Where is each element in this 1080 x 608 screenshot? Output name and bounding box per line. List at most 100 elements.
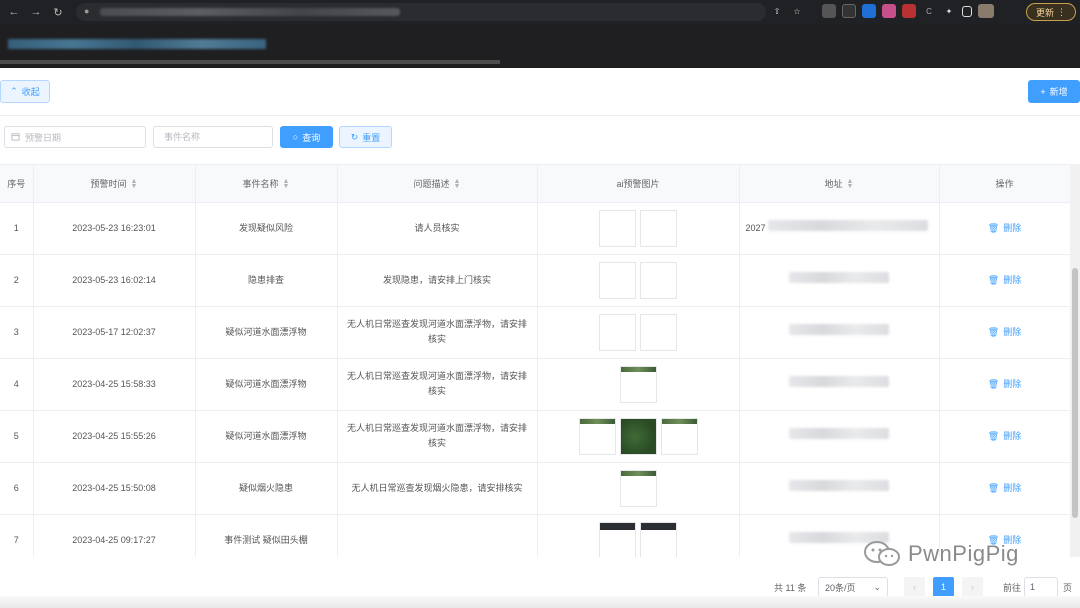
extension-b-icon[interactable] [842,4,856,18]
cell-time: 2023-05-23 16:02:14 [33,254,196,307]
forward-icon[interactable]: → [28,4,44,20]
event-table: 序号 预警时间 ▲ ▼ 事件名称 ▲ ▼ 问题描述 ▲ ▼ ai预警图片 地址 ▲ ▼ 操作 1… [0,164,1080,557]
sort-icon[interactable]: ▲ ▼ [847,178,854,190]
cell-index: 7 [0,514,34,557]
more-icon: ⋮ [1057,6,1066,17]
cell-address [739,358,940,411]
back-icon[interactable]: ← [6,4,22,20]
cell-name: 发现疑似风险 [195,202,338,255]
reload-icon[interactable]: ↻ [50,4,66,20]
alert-image-thumb[interactable] [619,469,657,507]
table-row: 1 2023-05-23 16:23:01 发现疑似风险 请人员核实 2027 … [0,202,1071,255]
delete-button[interactable]: 🗑 删除 [988,481,1021,496]
alert-image-thumb[interactable] [640,313,677,351]
prev-page-button[interactable]: ‹ [904,577,925,597]
update-label: 更新 [1035,7,1054,18]
col-desc[interactable]: 问题描述 ▲ ▼ [337,165,538,203]
delete-button[interactable]: 🗑 删除 [988,273,1021,288]
cell-desc [337,514,538,557]
cell-address [739,254,940,307]
goto-page-input[interactable] [1024,577,1058,597]
delete-button[interactable]: 🗑 删除 [988,429,1021,444]
cell-images [537,202,740,255]
star-icon[interactable]: ☆ [790,4,804,18]
add-button[interactable]: + 新增 [1028,80,1080,103]
cell-name: 疑似河道水面漂浮物 [195,410,338,463]
col-images: ai预警图片 [537,165,740,203]
calendar-icon [11,132,20,143]
col-name[interactable]: 事件名称 ▲ ▼ [195,165,338,203]
cell-address [739,462,940,515]
query-button[interactable]: ○ 查询 [280,126,333,148]
cell-index: 2 [0,254,34,307]
delete-button[interactable]: 🗑 删除 [988,377,1021,392]
alert-image-thumb[interactable] [619,417,657,455]
event-name-input[interactable] [153,126,273,148]
bookmarks-divider [0,60,500,64]
extension-f-icon[interactable]: C [922,4,936,18]
alert-image-thumb[interactable] [599,313,636,351]
update-button[interactable]: 更新 ⋮ [1026,3,1076,21]
next-page-button[interactable]: › [962,577,983,597]
delete-button[interactable]: 🗑 删除 [988,325,1021,340]
table-scrollbar-thumb[interactable] [1072,268,1078,518]
cell-images [537,358,740,411]
page-size-select[interactable]: 20条/页 ⌄ [818,577,888,597]
extension-e-icon[interactable] [902,4,916,18]
cell-desc: 发现隐患，请安排上门核实 [337,254,538,307]
bookmarks-redacted [8,39,266,49]
trash-icon: 🗑 [987,430,1000,441]
cell-actions: 🗑 删除 [939,306,1071,359]
extension-d-icon[interactable] [882,4,896,18]
alert-image-thumb[interactable] [599,521,636,557]
cell-time: 2023-05-23 16:23:01 [33,202,196,255]
extension-tray: ⇧ ☆ C ✦ [770,4,994,18]
chevron-down-icon: ⌄ [873,581,881,592]
sort-icon[interactable]: ▲ ▼ [454,178,461,190]
cell-address [739,410,940,463]
col-time[interactable]: 预警时间 ▲ ▼ [33,165,196,203]
sort-icon[interactable]: ▲ ▼ [131,178,138,190]
share-icon[interactable]: ⇧ [770,4,784,18]
sidebar-icon[interactable] [962,5,972,17]
reset-label: 重置 [362,132,381,143]
avatar[interactable] [978,4,994,18]
alert-image-thumb[interactable] [640,209,677,247]
chevron-right-icon: › [971,582,974,592]
delete-button[interactable]: 🗑 删除 [988,221,1021,236]
collapse-button[interactable]: ⌃ 收起 [0,80,50,103]
cell-name: 疑似河道水面漂浮物 [195,306,338,359]
alert-image-thumb[interactable] [660,417,698,455]
alert-image-thumb[interactable] [619,365,657,403]
trash-icon: 🗑 [987,274,1000,285]
address-redacted [789,272,889,283]
sort-icon[interactable]: ▲ ▼ [283,178,290,190]
address-redacted [789,324,889,335]
puzzle-icon[interactable]: ✦ [942,4,956,18]
extension-a-icon[interactable] [822,4,836,18]
extension-c-icon[interactable] [862,4,876,18]
alert-image-thumb[interactable] [599,261,636,299]
cell-desc: 无人机日常巡查发现河道水面漂浮物，请安排核实 [337,358,538,411]
alert-image-thumb[interactable] [640,521,677,557]
page-number-current[interactable]: 1 [933,577,954,597]
col-address[interactable]: 地址 ▲ ▼ [739,165,940,203]
reset-button[interactable]: ↻ 重置 [339,126,392,148]
trash-icon: 🗑 [987,326,1000,337]
address-redacted [789,480,889,491]
alert-image-thumb[interactable] [640,261,677,299]
alert-image-thumb[interactable] [599,209,636,247]
goto-label: 前往 [1003,583,1022,593]
chevron-left-icon: ‹ [913,582,916,592]
address-redacted [767,220,928,231]
address-redacted [789,376,889,387]
date-picker[interactable]: 预警日期 [4,126,146,148]
watermark: PwnPigPig [862,540,1019,568]
chevron-up-icon: ⌃ [10,86,18,96]
bookmarks-bar [0,24,1080,68]
address-bar[interactable]: ● [76,3,766,21]
table-header-row: 序号 预警时间 ▲ ▼ 事件名称 ▲ ▼ 问题描述 ▲ ▼ ai预警图片 地址 ▲ ▼ 操作 [0,165,1071,203]
table-row: 5 2023-04-25 15:55:26 疑似河道水面漂浮物 无人机日常巡查发… [0,410,1071,463]
cell-actions: 🗑 删除 [939,410,1071,463]
alert-image-thumb[interactable] [578,417,616,455]
